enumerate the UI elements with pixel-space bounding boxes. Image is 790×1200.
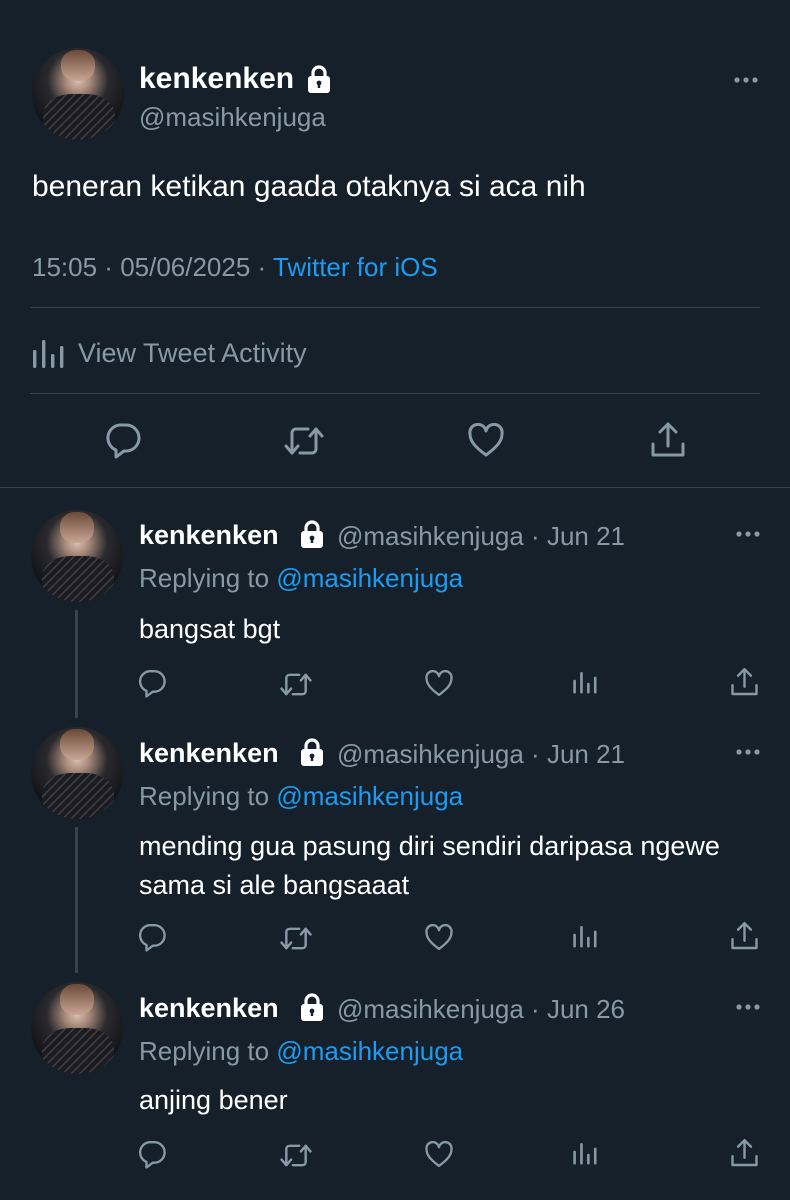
view-tweet-activity-button[interactable]: View Tweet Activity bbox=[30, 328, 307, 378]
share-icon[interactable] bbox=[649, 420, 687, 460]
tweet-time: 15:05 bbox=[32, 252, 98, 282]
handle-and-date: @masihkenjuga · Jun 21 bbox=[337, 739, 625, 770]
more-options-icon[interactable] bbox=[735, 1003, 761, 1011]
handle-and-date: @masihkenjuga · Jun 21 bbox=[337, 521, 625, 552]
retweet-icon[interactable] bbox=[279, 670, 313, 699]
tweet-text-line-1: mending gua pasung diri sendiri daripasa… bbox=[139, 831, 720, 861]
tweet-date: 05/06/2025 bbox=[120, 252, 251, 282]
handle[interactable]: @masihkenjuga bbox=[139, 102, 326, 133]
divider bbox=[30, 307, 760, 308]
retweet-icon[interactable] bbox=[279, 1141, 313, 1170]
avatar[interactable] bbox=[32, 48, 124, 140]
replying-to-prefix: Replying to bbox=[139, 781, 277, 811]
reply-icon[interactable] bbox=[104, 421, 142, 459]
tweet-date[interactable]: Jun 21 bbox=[547, 521, 625, 551]
reply-tweet[interactable]: kenkenken @masihkenjuga · Jun 21 Replyin… bbox=[0, 705, 790, 970]
handle[interactable]: @masihkenjuga bbox=[337, 739, 524, 769]
replying-to-prefix: Replying to bbox=[139, 563, 277, 593]
tweet-text: bangsat bgt bbox=[139, 614, 281, 644]
avatar[interactable] bbox=[31, 510, 123, 602]
reply-tweet[interactable]: kenkenken @masihkenjuga · Jun 21 Replyin… bbox=[0, 487, 790, 715]
reply-icon[interactable] bbox=[137, 668, 167, 698]
share-icon[interactable] bbox=[729, 920, 760, 952]
like-icon[interactable] bbox=[467, 423, 505, 459]
meta-separator: · bbox=[523, 739, 547, 769]
bar-chart-icon[interactable] bbox=[571, 1139, 597, 1167]
retweet-icon[interactable] bbox=[279, 924, 313, 953]
meta-separator: · bbox=[523, 994, 547, 1024]
reply-tweet[interactable]: kenkenken @masihkenjuga · Jun 26 Replyin… bbox=[0, 960, 790, 1200]
bar-chart-icon[interactable] bbox=[571, 668, 597, 696]
lock-icon bbox=[305, 64, 333, 94]
tweet-date[interactable]: Jun 21 bbox=[547, 739, 625, 769]
bar-chart-icon[interactable] bbox=[571, 922, 597, 950]
meta-separator: · bbox=[250, 252, 273, 282]
lock-icon bbox=[298, 519, 326, 549]
reply-icon[interactable] bbox=[137, 1139, 167, 1169]
tweet-source-link[interactable]: Twitter for iOS bbox=[273, 252, 438, 282]
tweet-text: anjing bener bbox=[139, 1085, 288, 1115]
replying-to: Replying to @masihkenjuga bbox=[139, 563, 463, 594]
lock-icon bbox=[298, 737, 326, 767]
display-name[interactable]: kenkenken bbox=[139, 520, 279, 551]
replying-to-prefix: Replying to bbox=[139, 1036, 277, 1066]
like-icon[interactable] bbox=[424, 1141, 454, 1169]
share-icon[interactable] bbox=[729, 666, 760, 698]
display-name[interactable]: kenkenken bbox=[139, 993, 279, 1024]
lock-icon bbox=[298, 992, 326, 1022]
bar-chart-icon bbox=[30, 336, 64, 370]
like-icon[interactable] bbox=[424, 924, 454, 952]
avatar[interactable] bbox=[31, 982, 123, 1074]
divider bbox=[30, 393, 760, 394]
meta-separator: · bbox=[97, 252, 121, 282]
replying-to-link[interactable]: @masihkenjuga bbox=[276, 563, 463, 593]
more-options-icon[interactable] bbox=[735, 748, 761, 756]
tweet-date[interactable]: Jun 26 bbox=[547, 994, 625, 1024]
handle-and-date: @masihkenjuga · Jun 26 bbox=[337, 994, 625, 1025]
main-tweet: kenkenken @masihkenjuga beneran ketikan … bbox=[0, 0, 790, 488]
tweet-text: beneran ketikan gaada otaknya si aca nih bbox=[32, 170, 586, 203]
display-name[interactable]: kenkenken bbox=[139, 738, 279, 769]
reply-icon[interactable] bbox=[137, 922, 167, 952]
replying-to: Replying to @masihkenjuga bbox=[139, 1036, 463, 1067]
meta-separator: · bbox=[523, 521, 547, 551]
view-tweet-activity-label: View Tweet Activity bbox=[78, 337, 307, 368]
handle[interactable]: @masihkenjuga bbox=[337, 521, 524, 551]
more-options-icon[interactable] bbox=[735, 530, 761, 538]
like-icon[interactable] bbox=[424, 670, 454, 698]
replying-to-link[interactable]: @masihkenjuga bbox=[276, 1036, 463, 1066]
replying-to: Replying to @masihkenjuga bbox=[139, 781, 463, 812]
share-icon[interactable] bbox=[729, 1137, 760, 1169]
tweet-meta: 15:05 · 05/06/2025 · Twitter for iOS bbox=[32, 252, 438, 283]
tweet-text-line-2: sama si ale bangsaaat bbox=[139, 870, 410, 900]
handle[interactable]: @masihkenjuga bbox=[337, 994, 524, 1024]
display-name[interactable]: kenkenken bbox=[139, 62, 294, 96]
more-options-icon[interactable] bbox=[733, 76, 759, 84]
retweet-icon[interactable] bbox=[283, 423, 325, 459]
avatar[interactable] bbox=[31, 727, 123, 819]
replying-to-link[interactable]: @masihkenjuga bbox=[276, 781, 463, 811]
